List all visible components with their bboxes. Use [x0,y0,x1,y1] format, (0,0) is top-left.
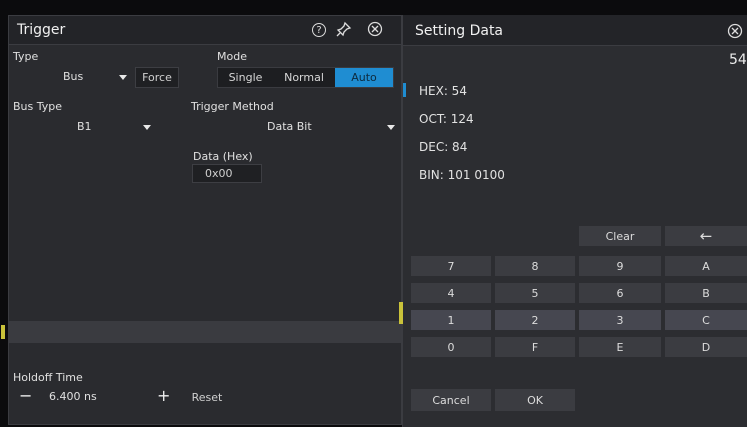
key-2[interactable]: 2 [495,310,575,330]
reset-button[interactable]: Reset [187,388,227,407]
mode-auto[interactable]: Auto [335,68,393,87]
key-8[interactable]: 8 [495,256,575,276]
mode-single[interactable]: Single [218,68,273,87]
bin-readout: BIN: 101 0100 [419,168,505,182]
bus-type-label: Bus Type [13,100,63,113]
key-e[interactable]: E [579,337,661,357]
hex-readout: HEX: 54 [419,84,467,98]
trigger-method-select[interactable]: Data Bit [197,117,397,137]
bus-type-value: B1 [77,120,92,133]
key-d[interactable]: D [665,337,747,357]
key-7[interactable]: 7 [411,256,491,276]
close-icon[interactable] [727,23,743,39]
trigger-method-label: Trigger Method [191,100,274,113]
cancel-button[interactable]: Cancel [411,389,491,411]
key-f[interactable]: F [495,337,575,357]
key-9[interactable]: 9 [579,256,661,276]
holdoff-increment-button[interactable]: + [157,386,177,406]
pin-icon[interactable] [336,21,352,37]
key-3[interactable]: 3 [579,310,661,330]
setting-data-panel: Setting Data 54 HEX: 54 OCT: 124 DEC: 84… [399,15,747,427]
bus-type-select[interactable]: B1 [31,117,151,137]
help-icon[interactable]: ? [312,23,326,37]
divider-strip [9,321,401,343]
mode-segmented: Single Normal Auto [217,67,394,88]
chevron-down-icon [387,125,395,130]
setting-data-title: Setting Data [415,23,504,39]
ok-button[interactable]: OK [495,389,575,411]
trigger-title: Trigger [17,22,66,38]
trigger-method-value: Data Bit [267,120,312,133]
key-b[interactable]: B [665,283,747,303]
mode-label: Mode [217,50,247,63]
holdoff-value[interactable]: 6.400 ns [49,390,97,403]
setting-data-titlebar: Setting Data [403,15,747,46]
key-5[interactable]: 5 [495,283,575,303]
marker [399,302,403,324]
clear-button[interactable]: Clear [579,226,661,246]
data-hex-input[interactable]: 0x00 [192,164,262,183]
mode-normal[interactable]: Normal [273,68,335,87]
marker [1,325,5,339]
trigger-panel: Trigger ? Type Bus Force Mode Single Nor… [1,15,402,425]
close-icon[interactable] [367,21,383,37]
chevron-down-icon [119,75,127,80]
cursor-marker [403,83,406,97]
holdoff-label: Holdoff Time [13,371,83,384]
key-6[interactable]: 6 [579,283,661,303]
backspace-button[interactable]: ← [665,226,747,246]
key-4[interactable]: 4 [411,283,491,303]
chevron-down-icon [143,125,151,130]
force-button[interactable]: Force [135,67,179,88]
type-value: Bus [63,70,84,83]
key-a[interactable]: A [665,256,747,276]
key-1[interactable]: 1 [411,310,491,330]
key-c[interactable]: C [665,310,747,330]
holdoff-decrement-button[interactable]: − [19,386,39,406]
data-hex-label: Data (Hex) [193,150,253,163]
type-label: Type [13,50,39,63]
type-select[interactable]: Bus [31,67,139,87]
key-0[interactable]: 0 [411,337,491,357]
oct-readout: OCT: 124 [419,112,474,126]
dec-readout: DEC: 84 [419,140,468,154]
value-display: 54 [729,52,747,68]
trigger-titlebar: Trigger ? [9,16,401,45]
